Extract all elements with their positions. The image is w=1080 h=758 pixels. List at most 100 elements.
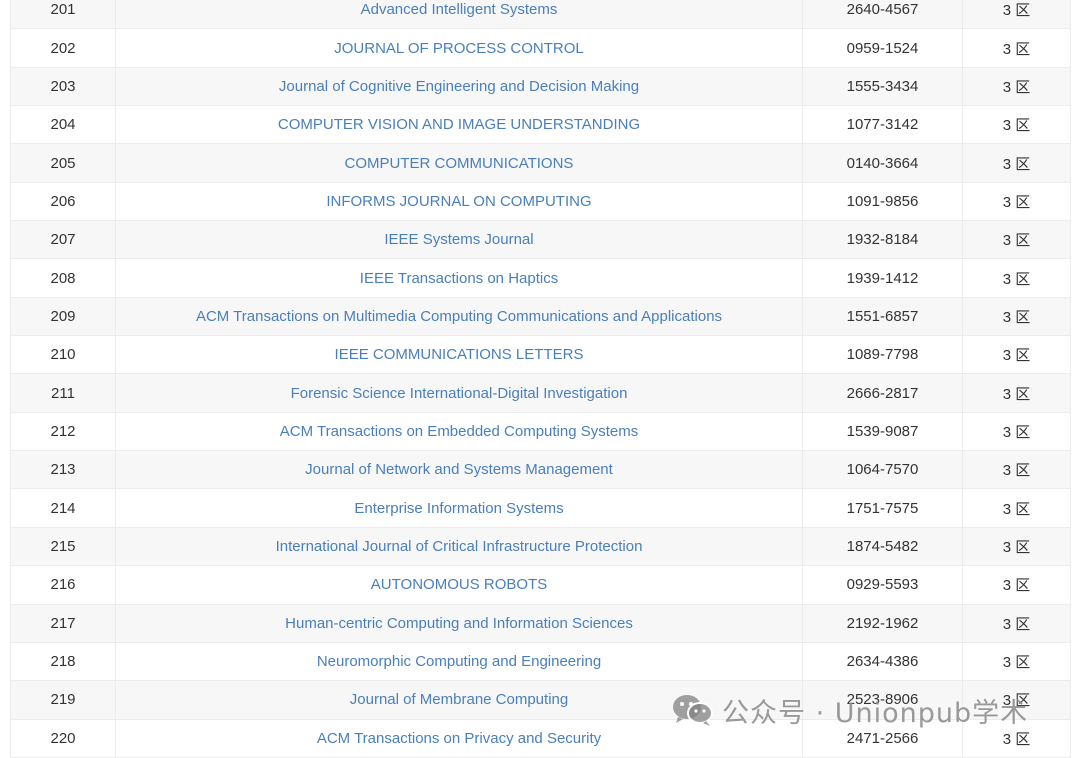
zone-cell: 3 区 — [962, 143, 1071, 183]
journal-link[interactable]: ACM Transactions on Embedded Computing S… — [280, 423, 639, 440]
rank-cell: 205 — [10, 143, 116, 183]
issn-cell: 1555-3434 — [802, 66, 963, 107]
journal-link[interactable]: Journal of Membrane Computing — [350, 691, 568, 708]
rank-cell: 208 — [10, 258, 116, 298]
zone-cell: 3 区 — [962, 680, 1071, 720]
rank-cell: 201 — [10, 0, 116, 30]
issn-cell: 2666-2817 — [802, 373, 963, 413]
rank-cell: 202 — [10, 28, 116, 68]
rank-cell: 209 — [10, 296, 116, 337]
journal-name-cell: Journal of Network and Systems Managemen… — [115, 450, 803, 490]
zone-cell: 3 区 — [962, 66, 1071, 107]
zone-cell: 3 区 — [962, 641, 1071, 682]
issn-cell: 1089-7798 — [802, 335, 963, 375]
issn-cell: 1551-6857 — [802, 296, 963, 337]
rank-cell: 214 — [10, 488, 116, 528]
journal-table-body: 201 Advanced Intelligent Systems 2640-4567… — [10, 0, 1071, 758]
zone-cell: 3 区 — [962, 603, 1071, 643]
journal-link[interactable]: COMPUTER COMMUNICATIONS — [345, 155, 574, 172]
zone-cell: 3 区 — [962, 28, 1071, 68]
table-row: 202 JOURNAL OF PROCESS CONTROL 0959-1524 3 … — [10, 28, 1071, 68]
rank-cell: 219 — [10, 680, 116, 720]
issn-cell: 1932-8184 — [802, 220, 963, 260]
table-row: 211 Forensic Science International-Digita… — [10, 373, 1071, 413]
journal-name-cell: IEEE Transactions on Haptics — [115, 258, 803, 298]
table-row: 219 Journal of Membrane Computing 2523-890… — [10, 680, 1071, 720]
journal-name-cell: Advanced Intelligent Systems — [115, 0, 803, 30]
journal-link[interactable]: Advanced Intelligent Systems — [361, 1, 558, 18]
journal-link[interactable]: ACM Transactions on Privacy and Security — [317, 730, 601, 747]
rank-cell: 212 — [10, 411, 116, 452]
journal-link[interactable]: IEEE Transactions on Haptics — [360, 270, 558, 287]
issn-cell: 1091-9856 — [802, 181, 963, 222]
zone-cell: 3 区 — [962, 335, 1071, 375]
zone-cell: 3 区 — [962, 450, 1071, 490]
table-row: 209 ACM Transactions on Multimedia Comput… — [10, 296, 1071, 337]
zone-cell: 3 区 — [962, 0, 1071, 30]
journal-name-cell: COMPUTER COMMUNICATIONS — [115, 143, 803, 183]
journal-link[interactable]: International Journal of Critical Infras… — [276, 538, 643, 555]
rank-cell: 216 — [10, 565, 116, 605]
journal-link[interactable]: JOURNAL OF PROCESS CONTROL — [334, 40, 583, 57]
journal-table-container: 201 Advanced Intelligent Systems 2640-4567… — [10, 0, 1071, 758]
table-row: 204 COMPUTER VISION AND IMAGE UNDERSTANDI… — [10, 105, 1071, 145]
journal-link[interactable]: Journal of Network and Systems Managemen… — [305, 461, 613, 478]
journal-name-cell: ACM Transactions on Embedded Computing S… — [115, 411, 803, 452]
table-row: 203 Journal of Cognitive Engineering and … — [10, 66, 1071, 107]
zone-cell: 3 区 — [962, 411, 1071, 452]
journal-link[interactable]: IEEE COMMUNICATIONS LETTERS — [335, 346, 584, 363]
zone-cell: 3 区 — [962, 373, 1071, 413]
issn-cell: 0959-1524 — [802, 28, 963, 68]
table-row: 207 IEEE Systems Journal 1932-8184 3 区 — [10, 220, 1071, 260]
table-row: 206 INFORMS JOURNAL ON COMPUTING 1091-9856… — [10, 181, 1071, 222]
zone-cell: 3 区 — [962, 220, 1071, 260]
journal-link[interactable]: Neuromorphic Computing and Engineering — [317, 653, 601, 670]
issn-cell: 1077-3142 — [802, 105, 963, 145]
journal-name-cell: JOURNAL OF PROCESS CONTROL — [115, 28, 803, 68]
issn-cell: 2523-8906 — [802, 680, 963, 720]
journal-name-cell: IEEE Systems Journal — [115, 220, 803, 260]
journal-name-cell: AUTONOMOUS ROBOTS — [115, 565, 803, 605]
journal-link[interactable]: Enterprise Information Systems — [354, 500, 563, 517]
table-row: 212 ACM Transactions on Embedded Computin… — [10, 411, 1071, 452]
journal-name-cell: Journal of Cognitive Engineering and Dec… — [115, 66, 803, 107]
journal-name-cell: Neuromorphic Computing and Engineering — [115, 641, 803, 682]
table-row: 217 Human-centric Computing and Informati… — [10, 603, 1071, 643]
table-row: 208 IEEE Transactions on Haptics 1939-1412… — [10, 258, 1071, 298]
rank-cell: 213 — [10, 450, 116, 490]
rank-cell: 211 — [10, 373, 116, 413]
issn-cell: 1874-5482 — [802, 526, 963, 567]
journal-link[interactable]: Journal of Cognitive Engineering and Dec… — [279, 78, 639, 95]
journal-name-cell: Forensic Science International-Digital I… — [115, 373, 803, 413]
table-row: 215 International Journal of Critical Inf… — [10, 526, 1071, 567]
zone-cell: 3 区 — [962, 181, 1071, 222]
journal-name-cell: Journal of Membrane Computing — [115, 680, 803, 720]
journal-name-cell: Enterprise Information Systems — [115, 488, 803, 528]
zone-cell: 3 区 — [962, 258, 1071, 298]
journal-link[interactable]: ACM Transactions on Multimedia Computing… — [196, 308, 722, 325]
journal-name-cell: ACM Transactions on Multimedia Computing… — [115, 296, 803, 337]
journal-link[interactable]: INFORMS JOURNAL ON COMPUTING — [326, 193, 591, 210]
journal-link[interactable]: Human-centric Computing and Information … — [285, 615, 633, 632]
journal-link[interactable]: COMPUTER VISION AND IMAGE UNDERSTANDING — [278, 116, 640, 133]
journal-name-cell: Human-centric Computing and Information … — [115, 603, 803, 643]
table-row: 210 IEEE COMMUNICATIONS LETTERS 1089-7798 3… — [10, 335, 1071, 375]
rank-cell: 207 — [10, 220, 116, 260]
journal-link[interactable]: IEEE Systems Journal — [384, 231, 533, 248]
zone-cell: 3 区 — [962, 526, 1071, 567]
table-row: 201 Advanced Intelligent Systems 2640-4567… — [10, 0, 1071, 30]
journal-link[interactable]: AUTONOMOUS ROBOTS — [371, 576, 547, 593]
rank-cell: 204 — [10, 105, 116, 145]
issn-cell: 2640-4567 — [802, 0, 963, 30]
journal-link[interactable]: Forensic Science International-Digital I… — [291, 385, 628, 402]
journal-name-cell: INFORMS JOURNAL ON COMPUTING — [115, 181, 803, 222]
rank-cell: 206 — [10, 181, 116, 222]
table-row: 214 Enterprise Information Systems 1751-75… — [10, 488, 1071, 528]
table-row: 205 COMPUTER COMMUNICATIONS 0140-3664 3 区 — [10, 143, 1071, 183]
issn-cell: 2192-1962 — [802, 603, 963, 643]
table-row: 213 Journal of Network and Systems Manage… — [10, 450, 1071, 490]
journal-name-cell: International Journal of Critical Infras… — [115, 526, 803, 567]
rank-cell: 217 — [10, 603, 116, 643]
rank-cell: 210 — [10, 335, 116, 375]
rank-cell: 218 — [10, 641, 116, 682]
